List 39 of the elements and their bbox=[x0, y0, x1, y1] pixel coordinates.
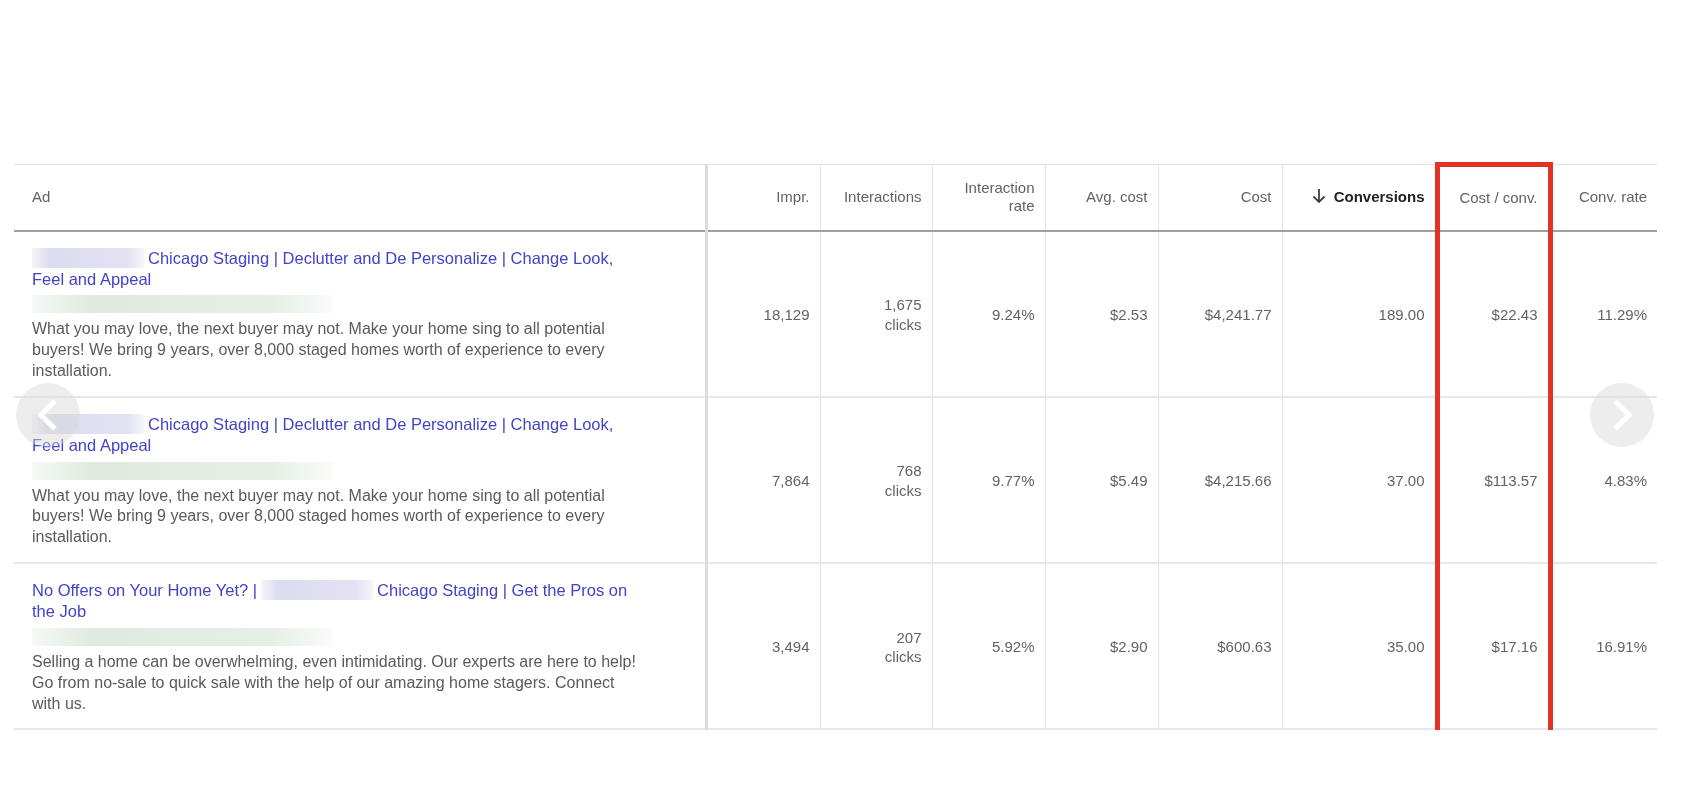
table-cell: 4.83% bbox=[1550, 396, 1657, 564]
column-header[interactable]: Conversions bbox=[1333, 187, 1425, 205]
table-cell: $2.53 bbox=[1045, 230, 1158, 397]
table-cell: 189.00 bbox=[1282, 230, 1437, 397]
table-cell: 768 clicks bbox=[820, 396, 932, 564]
table-cell: 9.24% bbox=[932, 230, 1045, 397]
table-cell: 9.77% bbox=[932, 396, 1045, 564]
column-header[interactable]: Cost bbox=[1158, 164, 1282, 231]
column-header[interactable]: Cost / conv. bbox=[1437, 164, 1550, 231]
column-header[interactable]: Ad bbox=[14, 164, 706, 231]
table-cell: 16.91% bbox=[1550, 563, 1657, 730]
column-header[interactable]: Interactions bbox=[820, 164, 932, 231]
column-header[interactable]: Interaction rate bbox=[932, 164, 1045, 231]
column-header[interactable]: Impr. bbox=[706, 164, 820, 231]
table-cell: 18,129 bbox=[706, 230, 820, 397]
table-cell: $17.16 bbox=[1437, 563, 1550, 730]
table-cell: 3,494 bbox=[706, 563, 820, 730]
table-cell: $113.57 bbox=[1437, 396, 1550, 564]
table-cell: 5.92% bbox=[932, 563, 1045, 730]
column-header[interactable]: Conv. rate bbox=[1550, 164, 1657, 231]
table-cell: $5.49 bbox=[1045, 396, 1158, 564]
ad-description: Selling a home can be overwhelming, even intimidating. Our experts are here to help! Go from no-sale to quick sale with the help of our amazing home stagers. Connect with us. bbox=[32, 651, 637, 714]
table-cell: 207 clicks bbox=[820, 563, 932, 730]
ad-headline-link[interactable]: No Offers on Your Home Yet? | Chicago Staging | Get the Pros on the Job bbox=[32, 580, 637, 623]
table-cell: 37.00 bbox=[1282, 396, 1437, 564]
table-cell: $4,215.66 bbox=[1158, 396, 1282, 564]
table-cell: 35.00 bbox=[1282, 563, 1437, 730]
table-cell: $4,241.77 bbox=[1158, 230, 1282, 397]
table-cell: 7,864 bbox=[706, 396, 820, 564]
table-cell: $2.90 bbox=[1045, 563, 1158, 730]
ad-headline-link[interactable]: Chicago Staging | Declutter and De Personalize | Change Look, Feel and Appeal bbox=[32, 413, 637, 457]
ad-headline-link[interactable]: Chicago Staging | Declutter and De Personalize | Change Look, Feel and Appeal bbox=[32, 247, 637, 291]
table-cell: $600.63 bbox=[1158, 563, 1282, 730]
table-cell: 11.29% bbox=[1550, 230, 1657, 397]
column-header[interactable]: Avg. cost bbox=[1045, 164, 1158, 231]
ad-description: What you may love, the next buyer may not. Make your home sing to all potential buyers! We bring 9 years, over 8,000 staged homes worth of experience to every installation. bbox=[32, 319, 606, 381]
ad-description: What you may love, the next buyer may not. Make your home sing to all potential buyers! We bring 9 years, over 8,000 staged homes worth of experience to every installation. bbox=[32, 485, 606, 548]
table-cell: $22.43 bbox=[1437, 230, 1550, 397]
table-cell: 1,675 clicks bbox=[820, 230, 932, 397]
